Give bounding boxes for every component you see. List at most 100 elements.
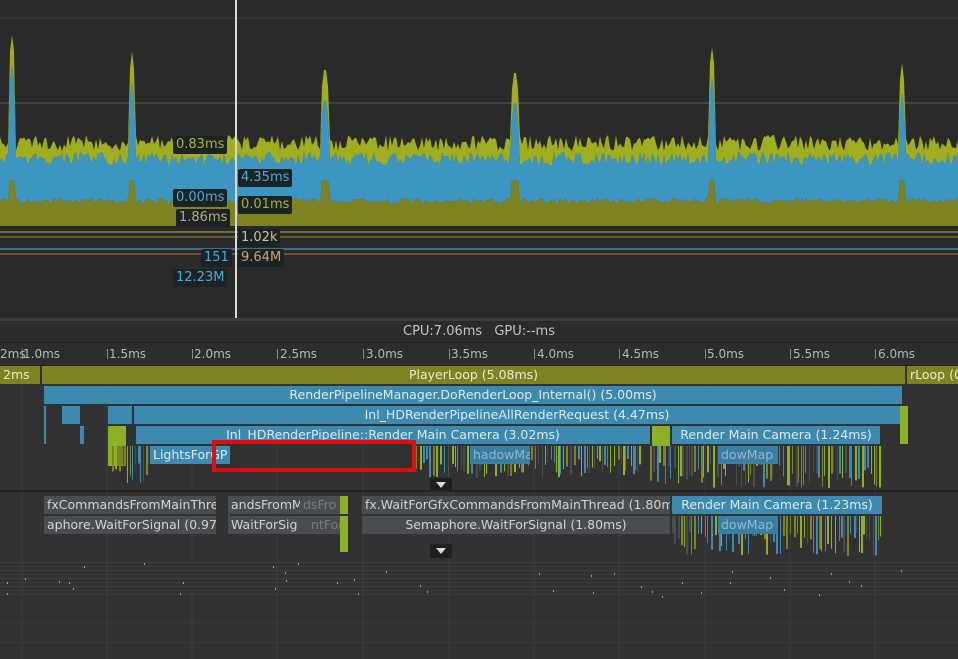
- other-thread-lanes: [0, 562, 958, 643]
- detail-marker: [448, 446, 449, 477]
- detail-marker: [691, 516, 692, 555]
- shadow-map-bar[interactable]: hadowMa: [470, 446, 530, 464]
- detail-marker: [553, 590, 554, 592]
- area-gc: [0, 35, 958, 166]
- detail-marker: [578, 446, 580, 460]
- detail-marker: [876, 446, 877, 487]
- tick-mark: [875, 349, 876, 359]
- wait-gfx-bar-2[interactable]: andsFromM: [228, 496, 300, 514]
- tick-mark: [192, 349, 193, 359]
- detail-marker: [796, 446, 798, 487]
- detail-marker: [627, 446, 629, 459]
- tick-label: 1.0ms: [23, 347, 61, 361]
- detail-marker: [668, 446, 670, 467]
- detail-marker: [386, 571, 387, 573]
- detail-marker: [452, 446, 454, 464]
- detail-marker: [816, 446, 818, 474]
- detail-marker: [0, 582, 958, 583]
- detail-marker: [0, 578, 958, 579]
- detail-marker: [80, 426, 84, 444]
- detail-marker: [618, 446, 620, 460]
- detail-marker: [538, 446, 539, 465]
- detail-marker: [681, 516, 683, 546]
- detail-marker: [610, 446, 611, 473]
- value-label: 0.00ms: [173, 189, 228, 207]
- detail-marker: [810, 516, 812, 540]
- detail-marker: [854, 516, 856, 539]
- playerloop-prev-bar[interactable]: 2ms: [0, 366, 40, 384]
- detail-marker: [878, 516, 879, 541]
- detail-marker: [286, 580, 287, 582]
- detail-marker: [701, 516, 702, 534]
- detail-marker: [135, 446, 136, 465]
- detail-marker: [420, 446, 422, 470]
- detail-marker: [816, 516, 818, 555]
- detail-marker: [861, 585, 862, 587]
- detail-marker: [584, 446, 586, 474]
- semaphore-bar-2[interactable]: WaitForSig: [228, 516, 308, 534]
- detail-marker: [794, 516, 796, 538]
- detail-marker: [698, 446, 699, 469]
- semaphore-bar-3[interactable]: Semaphore.WaitForSignal (1.80ms): [362, 516, 670, 534]
- detail-marker: [340, 496, 348, 514]
- detail-marker: [358, 593, 359, 595]
- render-loop-bar[interactable]: RenderPipelineManager.DoRenderLoop_Inter…: [44, 386, 902, 404]
- detail-marker: [592, 446, 593, 468]
- cpu-time: CPU:7.06ms: [403, 324, 483, 339]
- detail-marker: [633, 446, 635, 475]
- detail-marker: [822, 446, 823, 487]
- detail-marker: [770, 577, 771, 579]
- render-thread-main-camera-bar[interactable]: Render Main Camera (1.23ms): [672, 496, 882, 514]
- wait-gfx-bar-2b[interactable]: dsFro: [300, 496, 340, 514]
- detail-marker: [841, 516, 843, 538]
- tick-mark: [107, 349, 108, 359]
- detail-marker: [429, 446, 431, 477]
- detail-marker: [531, 446, 533, 461]
- wait-gfx-bar-1[interactable]: fxCommandsFromMainThre: [44, 496, 216, 514]
- detail-marker: [873, 516, 874, 555]
- detail-marker: [547, 446, 548, 463]
- detail-marker: [707, 516, 708, 544]
- detail-marker: [682, 582, 683, 584]
- detail-marker: [463, 446, 465, 472]
- expand-render-thread-button[interactable]: [430, 544, 452, 558]
- detail-marker: [684, 516, 685, 548]
- detail-marker: [635, 446, 636, 471]
- detail-marker: [641, 586, 642, 588]
- detail-marker: [851, 446, 852, 486]
- playerloop-next-bar[interactable]: rLoop (0: [907, 366, 958, 384]
- render-shadow-map-bar[interactable]: dowMap: [718, 516, 778, 534]
- tick-mark: [277, 349, 278, 359]
- frame-summary: CPU:7.06ms GPU:--ms: [0, 321, 958, 343]
- value-label: 1.86ms: [176, 209, 231, 227]
- detail-marker: [589, 446, 590, 474]
- detail-marker: [115, 446, 117, 470]
- detail-marker: [837, 446, 838, 481]
- time-ruler[interactable]: 2ms 1.0ms 1.5ms 2.0ms 2.5ms 3.0ms 3.5ms …: [0, 344, 958, 366]
- detail-marker: [707, 446, 709, 473]
- area-scripts: [0, 65, 958, 204]
- wait-gfx-bar-3[interactable]: fx.WaitForGfxCommandsFromMainThread (1.8…: [362, 496, 670, 514]
- detail-marker: [73, 588, 74, 590]
- cpu-usage-chart[interactable]: 0.83ms 4.35ms 0.00ms 0.01ms 1.86ms 1.02k…: [0, 0, 958, 318]
- detail-marker: [864, 446, 866, 471]
- detail-marker: [701, 592, 702, 594]
- detail-marker: [560, 446, 561, 475]
- detail-marker: [0, 622, 958, 623]
- shadow-map-bar-2[interactable]: dowMap: [718, 446, 778, 464]
- detail-marker: [659, 446, 661, 463]
- detail-marker: [686, 516, 688, 555]
- render-main-camera-bar-2[interactable]: Render Main Camera (1.24ms): [672, 426, 880, 444]
- detail-marker: [566, 446, 568, 467]
- all-render-request-bar[interactable]: Inl_HDRenderPipelineAllRenderRequest (4.…: [134, 406, 900, 424]
- tick-label: 6.0ms: [878, 347, 916, 361]
- timeline-view[interactable]: 2ms PlayerLoop (5.08ms) rLoop (0 RenderP…: [0, 366, 958, 659]
- playerloop-bar[interactable]: PlayerLoop (5.08ms): [42, 366, 905, 384]
- tick-mark: [790, 349, 791, 359]
- semaphore-bar-2b[interactable]: ntFor: [308, 516, 340, 534]
- detail-marker: [545, 446, 546, 465]
- tick-label: 4.5ms: [622, 347, 660, 361]
- semaphore-bar-1[interactable]: aphore.WaitForSignal (0.97: [44, 516, 216, 534]
- detail-marker: [144, 563, 145, 565]
- detail-marker: [604, 446, 606, 465]
